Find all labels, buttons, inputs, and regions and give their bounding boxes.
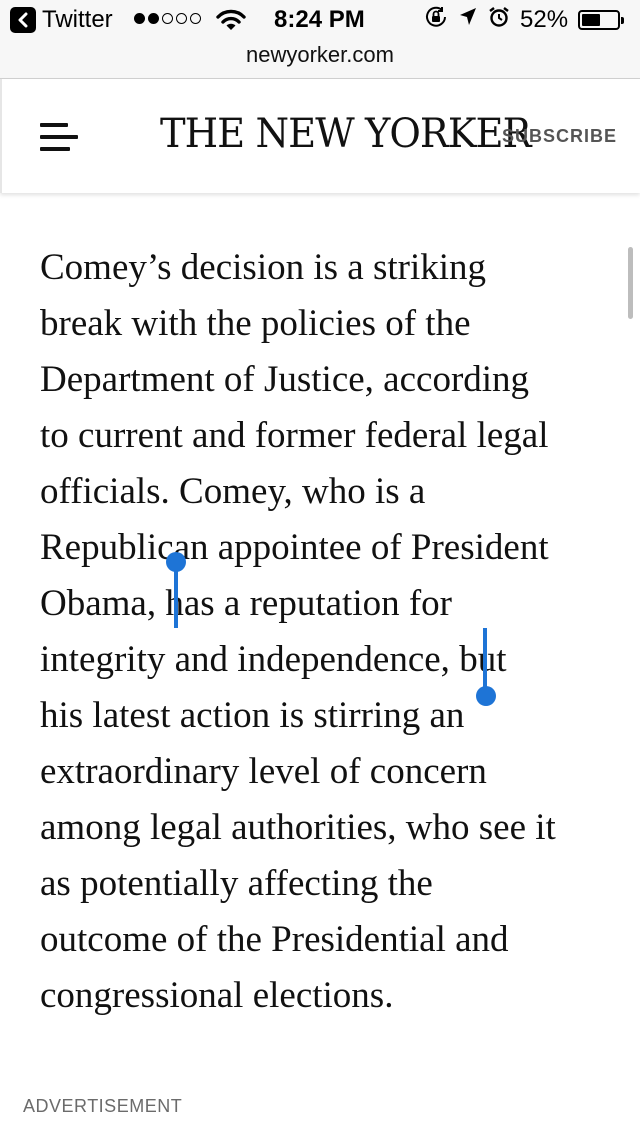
article-line: Department of Justice, according [40,359,530,400]
url-domain: newyorker.com [246,42,394,67]
article-line: congressional elections. [40,975,394,1016]
article-line: Republican appointee of President [40,527,549,568]
selected-text[interactable]: has a reputation for [165,583,452,624]
article-line: Comey’s decision is a striking [40,247,487,288]
article-line: officials. Comey, who is a [40,471,426,512]
clock: 8:24 PM [274,6,365,33]
wifi-icon [216,9,246,38]
menu-icon[interactable] [40,123,80,153]
article-line: outcome of the Presidential and [40,919,509,960]
article-line: as potentially affecting the [40,863,433,904]
article-line: break with the policies of the [40,303,471,344]
alarm-icon [488,6,510,35]
article-line: among legal authorities, who see it [40,807,556,848]
battery-level-fill [582,14,600,26]
url-bar[interactable]: newyorker.com [0,40,640,79]
site-header: THE NEW YORKER SUBSCRIBE [0,79,640,193]
battery-icon [578,10,625,30]
scroll-indicator [628,247,633,319]
site-logo[interactable]: THE NEW YORKER [160,111,532,157]
article-text: but [449,639,507,680]
back-chevron-icon [10,7,36,33]
subscribe-link[interactable]: SUBSCRIBE [502,126,617,147]
article-line: to current and former federal legal [40,415,549,456]
selected-text[interactable]: integrity and independence, [40,639,450,680]
status-bar: Twitter 8:24 PM 52% [0,0,640,40]
article-text: Obama, [40,583,166,624]
location-arrow-icon [458,6,478,35]
back-app-label: Twitter [42,6,113,33]
back-to-app-button[interactable]: Twitter [10,6,113,34]
battery-percent: 52% [520,6,569,33]
article-body: Comey’s decision is a striking break wit… [40,240,625,1024]
article-line: integrity and independence, but [40,632,625,688]
article-line: extraordinary level of concern [40,751,487,792]
advertisement-label: ADVERTISEMENT [23,1096,183,1116]
signal-strength-icon [134,13,201,24]
article-line: his latest action is stirring an [40,695,465,736]
article-line: Obama, has a reputation for [40,576,625,632]
rotation-lock-icon [424,5,448,36]
